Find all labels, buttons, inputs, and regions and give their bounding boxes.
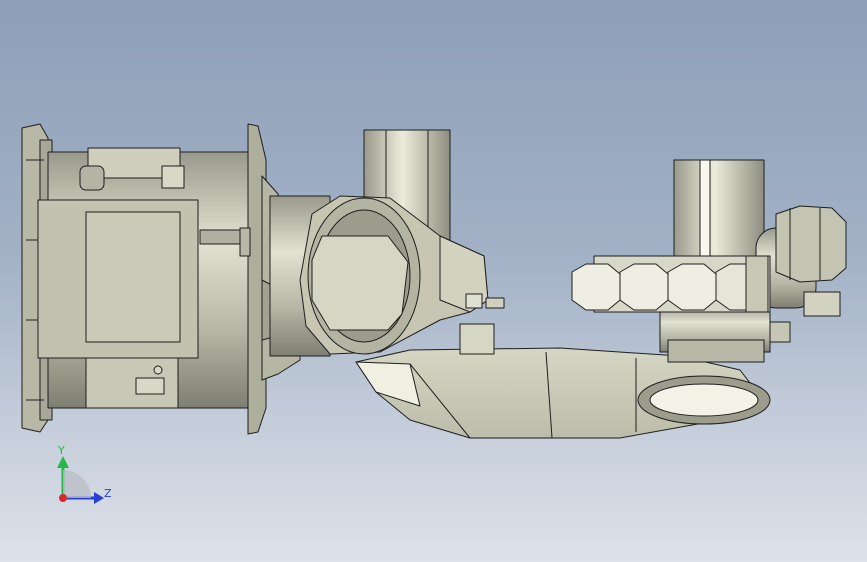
upper-hex-column-right (673, 159, 765, 269)
triad-x-axis (59, 494, 67, 502)
hex-nut-cluster (571, 255, 771, 313)
triad-y-label: Y (57, 444, 65, 457)
cad-model-view[interactable]: Y Z (0, 0, 867, 562)
coordinate-triad: Y Z (57, 444, 112, 504)
triad-z-label: Z (104, 487, 112, 500)
graphics-viewport[interactable]: Y Z (0, 0, 867, 562)
triad-y-arrowhead (57, 456, 69, 468)
triad-z-arrowhead (94, 492, 104, 504)
triad-plane (63, 470, 91, 498)
